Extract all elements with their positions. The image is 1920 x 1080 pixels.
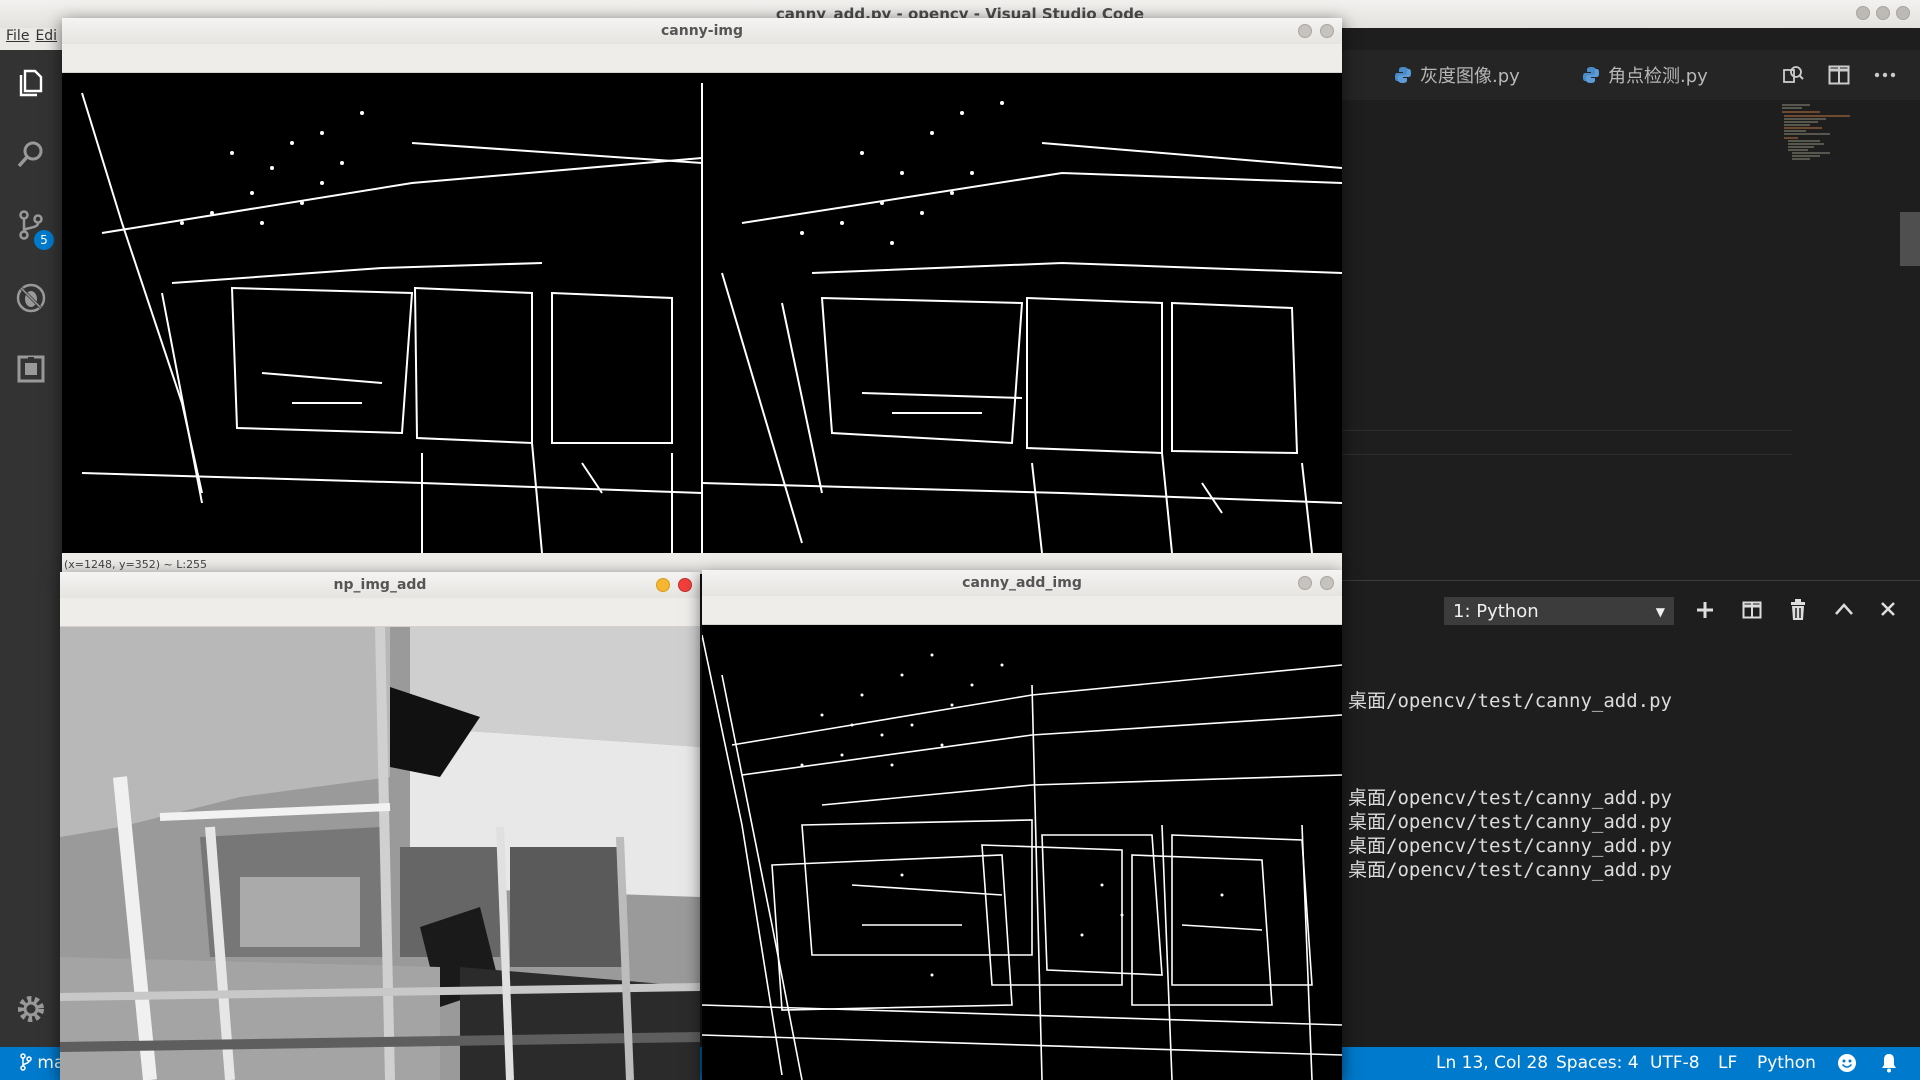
terminal-selector[interactable]: 1: Python ▼: [1444, 597, 1674, 625]
language-mode[interactable]: Python: [1757, 1053, 1816, 1073]
window-toolbar: [60, 598, 700, 627]
terminal-line: 桌面/opencv/test/canny_add.py: [1348, 859, 1672, 881]
edge-image[interactable]: [62, 73, 1342, 553]
canny-img-window[interactable]: canny-img (x=1248, y=352) ~ L:255: [62, 18, 1342, 574]
editor-area[interactable]: [1342, 100, 1920, 580]
system-window-controls: [1856, 6, 1910, 20]
split-terminal-icon[interactable]: [1742, 600, 1762, 620]
add-terminal-icon[interactable]: [1696, 601, 1714, 619]
chevron-up-icon[interactable]: [1834, 602, 1854, 616]
np-img-add-window[interactable]: np_img_add: [60, 572, 700, 1080]
explorer-icon[interactable]: [14, 66, 48, 100]
more-icon[interactable]: [1874, 72, 1896, 78]
editor-ruler: [1342, 454, 1792, 455]
debug-icon[interactable]: [14, 281, 48, 315]
encoding[interactable]: UTF-8: [1650, 1053, 1700, 1073]
minimize-button[interactable]: [1298, 576, 1312, 590]
window-controls: [1298, 24, 1334, 38]
window-title: canny-img: [62, 18, 1342, 44]
chevron-down-icon: ▼: [1655, 605, 1665, 619]
grayscale-drawing: [60, 627, 700, 1080]
window-title: canny_add_img: [702, 570, 1342, 596]
close-button[interactable]: [1320, 24, 1334, 38]
indentation[interactable]: Spaces: 4: [1556, 1053, 1639, 1073]
gear-icon[interactable]: [14, 992, 48, 1026]
canny-add-img-window[interactable]: canny_add_img: [702, 570, 1342, 1080]
window-controls: [1298, 576, 1334, 590]
minimize-button[interactable]: [1298, 24, 1312, 38]
window-title: np_img_add: [60, 572, 700, 598]
close-button[interactable]: [1320, 576, 1334, 590]
editor-scrollbar-thumb[interactable]: [1900, 212, 1920, 266]
search-icon[interactable]: [14, 137, 48, 171]
trash-icon[interactable]: [1789, 599, 1807, 621]
close-button[interactable]: [1896, 6, 1910, 20]
menu-file[interactable]: File: [6, 28, 29, 44]
window-controls: [656, 578, 692, 592]
status-text: (x=1248, y=352) ~ L:255: [64, 558, 208, 571]
tab-grayscale[interactable]: 灰度图像.py: [1394, 50, 1520, 100]
split-editor-icon[interactable]: [1828, 65, 1850, 85]
maximize-button[interactable]: [1876, 6, 1890, 20]
window-toolbar: [702, 596, 1342, 625]
terminal-panel: 1: Python ▼ 桌面/opencv/test/canny_add.py …: [1342, 580, 1920, 1048]
terminal-line: 桌面/opencv/test/canny_add.py: [1348, 811, 1672, 833]
bell-icon[interactable]: [1880, 1053, 1898, 1073]
tab-label: 灰度图像.py: [1420, 66, 1520, 87]
source-control-icon[interactable]: 5: [14, 208, 54, 250]
tab-corner-detection[interactable]: 角点检测.py: [1582, 50, 1708, 100]
grayscale-image[interactable]: [60, 627, 700, 1080]
cursor-position[interactable]: Ln 13, Col 28: [1436, 1053, 1548, 1073]
line-ending[interactable]: LF: [1718, 1053, 1737, 1073]
python-file-icon: [1583, 67, 1599, 83]
tab-label: 角点检测.py: [1608, 66, 1708, 87]
python-file-icon: [1395, 67, 1411, 83]
menu-bar: File Edi: [0, 28, 62, 50]
scm-badge: 5: [34, 230, 54, 250]
terminal-line: 桌面/opencv/test/canny_add.py: [1348, 787, 1672, 809]
terminal-line: 桌面/opencv/test/canny_add.py: [1348, 690, 1672, 712]
terminal-line: 桌面/opencv/test/canny_add.py: [1348, 835, 1672, 857]
open-changes-icon[interactable]: [1782, 64, 1804, 86]
editor-tab-bar: 灰度图像.py 角点检测.py: [1342, 50, 1920, 100]
window-toolbar: [62, 44, 1342, 73]
minimize-button[interactable]: [1856, 6, 1870, 20]
editor-ruler: [1342, 430, 1792, 431]
branch-indicator[interactable]: ma: [20, 1053, 64, 1073]
close-icon[interactable]: [1880, 601, 1896, 617]
activity-bar: 5: [0, 50, 62, 1047]
menu-edit[interactable]: Edi: [35, 28, 57, 44]
extensions-icon[interactable]: [14, 352, 48, 386]
smiley-icon[interactable]: [1837, 1053, 1857, 1073]
combined-edge-image[interactable]: [702, 625, 1342, 1080]
combined-edge-drawing: [702, 634, 1342, 1080]
close-button[interactable]: [678, 578, 692, 592]
minimize-button[interactable]: [656, 578, 670, 592]
minimap[interactable]: [1780, 103, 1862, 173]
editor-actions: [1766, 50, 1920, 100]
canny-edge-drawing: [81, 83, 1342, 553]
git-branch-icon: [20, 1053, 32, 1071]
terminal-selector-value: 1: Python: [1453, 601, 1539, 622]
